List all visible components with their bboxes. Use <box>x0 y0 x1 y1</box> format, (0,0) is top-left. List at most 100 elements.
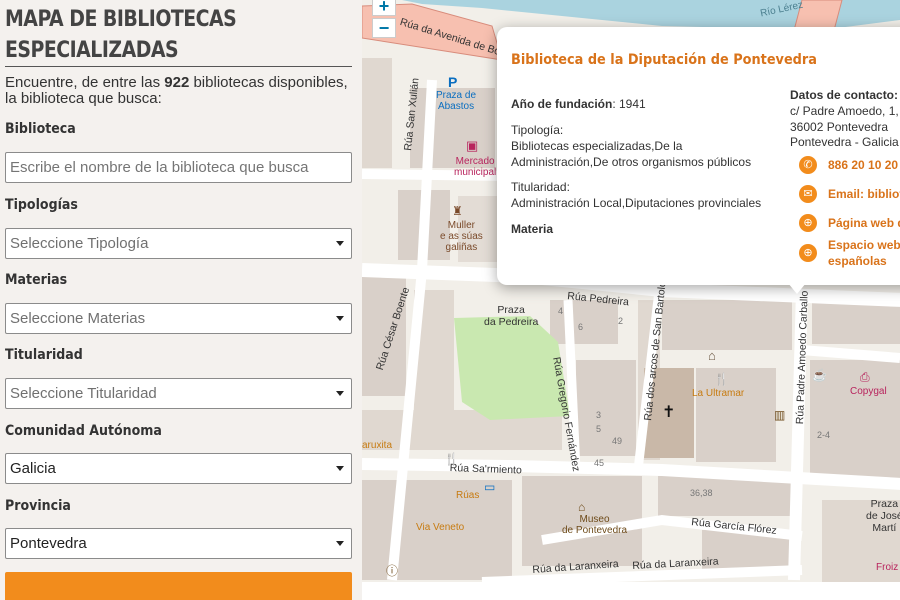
restaurant-icon: 🍴 <box>444 452 459 466</box>
statue-icon: ♜ <box>452 204 463 218</box>
chevron-down-icon <box>336 391 344 396</box>
intro-before: Encuentre, de entre las <box>5 74 165 91</box>
info-icon: ⓘ <box>386 564 399 578</box>
restaurant-icon: 🍴 <box>714 372 729 386</box>
street <box>481 565 803 582</box>
address-line: c/ Padre Amoedo, 1, 2 <box>790 104 900 118</box>
province-select-value: Pontevedra <box>10 535 87 552</box>
subjects-select-value: Seleccione Materias <box>10 310 146 327</box>
page-title-line1: MAPA DE BIBLIOTECAS <box>5 7 237 32</box>
globe-icon: ⊕ <box>799 214 817 232</box>
subjects-select[interactable]: Seleccione Materias <box>5 303 352 334</box>
email-icon: ✉ <box>799 185 817 203</box>
title-divider <box>5 66 352 67</box>
house-number: 2 <box>618 316 624 326</box>
church-icon: ✝ <box>662 404 676 421</box>
building-block <box>576 360 636 456</box>
community-label: Comunidad Autónoma <box>5 423 162 439</box>
museum-icon: ⌂ <box>578 500 586 514</box>
ownership-value: Administración Local,Diputaciones provin… <box>511 196 762 210</box>
poi-label-ruas: Rúas <box>456 490 480 501</box>
zoom-out-button[interactable]: − <box>372 18 396 38</box>
popup-title: Biblioteca de la Diputación de Pontevedr… <box>511 52 817 68</box>
house-number: 49 <box>612 436 623 446</box>
typology-value: Bibliotecas especializadas,De la Adminis… <box>511 139 752 169</box>
library-search-input[interactable] <box>5 152 352 183</box>
library-info-popup: Biblioteca de la Diputación de Pontevedr… <box>497 27 900 285</box>
ownership-select-value: Seleccione Titularidad <box>10 385 157 402</box>
province-label: Provincia <box>5 498 71 514</box>
founding-year: Año de fundación: 1941 <box>511 97 646 111</box>
chevron-down-icon <box>336 541 344 546</box>
zoom-in-button[interactable]: + <box>372 0 396 16</box>
ownership-select[interactable]: Seleccione Titularidad <box>5 378 352 409</box>
founding-value: : 1941 <box>612 97 646 111</box>
house-number: 6 <box>578 322 584 332</box>
founding-label: Año de fundación <box>511 97 613 111</box>
house-number: 45 <box>594 458 605 468</box>
page-title: MAPA DE BIBLIOTECAS ESPECIALIZADAS <box>5 4 303 66</box>
webpage-link[interactable]: Página web d <box>828 215 900 231</box>
space-web-line1: Espacio web <box>828 238 900 252</box>
ownership-label: Titularidad <box>5 347 83 363</box>
chevron-down-icon <box>336 241 344 246</box>
library-book-icon: ▥ <box>774 408 786 422</box>
poi-label-mercado: Mercado municipal <box>454 156 497 178</box>
house-number: 2-4 <box>817 430 831 440</box>
poi-label-museo: Museo de Pontevedra <box>562 514 628 536</box>
typology-heading-label: Tipología <box>511 123 560 137</box>
search-button[interactable] <box>5 572 352 600</box>
townhall-icon: ⌂ <box>708 348 716 363</box>
province-select[interactable]: Pontevedra <box>5 528 352 559</box>
square-label-jose-marti: Praza de José Martí <box>866 498 900 534</box>
intro-text: Encuentre, de entre las 922 bibliotecas … <box>5 75 350 107</box>
email-link[interactable]: Email: bibliote <box>828 186 900 202</box>
marketplace-icon: ▣ <box>466 138 479 153</box>
cafe-icon: ☕ <box>812 368 827 382</box>
ownership-heading: Titularidad: <box>511 180 570 194</box>
parking-icon: P <box>448 74 458 90</box>
address-line: 36002 Pontevedra <box>790 120 889 134</box>
poi-label-muller: Muller e as súas galiñas <box>440 220 483 253</box>
contact-heading: Datos de contacto: <box>790 88 899 102</box>
building-block <box>662 300 792 350</box>
subject-heading-label: Materia <box>511 222 554 236</box>
search-sidebar: MAPA DE BIBLIOTECAS ESPECIALIZADAS Encue… <box>0 0 362 600</box>
library-count: 922 <box>164 74 190 91</box>
popup-pointer <box>788 283 806 294</box>
chevron-down-icon <box>336 466 344 471</box>
library-label: Biblioteca <box>5 121 76 137</box>
house-number: 4 <box>558 306 564 316</box>
house-number: 5 <box>596 424 602 434</box>
poi-label-plaza-abastos: Praza de Abastos <box>436 90 477 112</box>
globe-icon: ⊕ <box>799 244 817 262</box>
page-title-line2: ESPECIALIZADAS <box>5 38 179 63</box>
street <box>801 345 900 363</box>
phone-link[interactable]: 886 20 10 20 - <box>828 157 900 173</box>
copyshop-icon: ⎙ <box>860 370 870 384</box>
address-line: Pontevedra - Galicia ( <box>790 135 900 149</box>
space-web-line2: españolas <box>828 254 887 268</box>
community-select-value: Galicia <box>10 460 56 477</box>
community-select[interactable]: Galicia <box>5 453 352 484</box>
typology-select[interactable]: Seleccione Tipología <box>5 228 352 259</box>
building-block <box>812 300 900 344</box>
poi-label-froiz: Froiz <box>876 562 899 573</box>
typology-heading: Tipología: <box>511 123 564 137</box>
ownership-heading-label: Titularidad <box>511 180 567 194</box>
square-label-praza-pedreira: Praza da Pedreira <box>484 304 539 328</box>
building-block <box>696 368 776 462</box>
phone-icon: ✆ <box>799 156 817 174</box>
house-number: 36,38 <box>690 488 713 498</box>
poi-label-aruxita: aruxita <box>362 440 393 451</box>
typology-select-value: Seleccione Tipología <box>10 235 149 252</box>
poi-label-la-ultramar: La Ultramar <box>692 388 745 399</box>
poi-label-copygal: Copygal <box>850 386 887 397</box>
building-block <box>362 58 392 168</box>
space-web-link[interactable]: Espacio web españolas <box>828 237 900 269</box>
house-number: 3 <box>596 410 602 420</box>
subject-heading: Materia <box>511 222 553 236</box>
street-label: Rúa Sa'rmiento <box>449 462 523 477</box>
typology-label: Tipologías <box>5 197 78 213</box>
poi-label-via-veneto: Via Veneto <box>416 522 465 533</box>
